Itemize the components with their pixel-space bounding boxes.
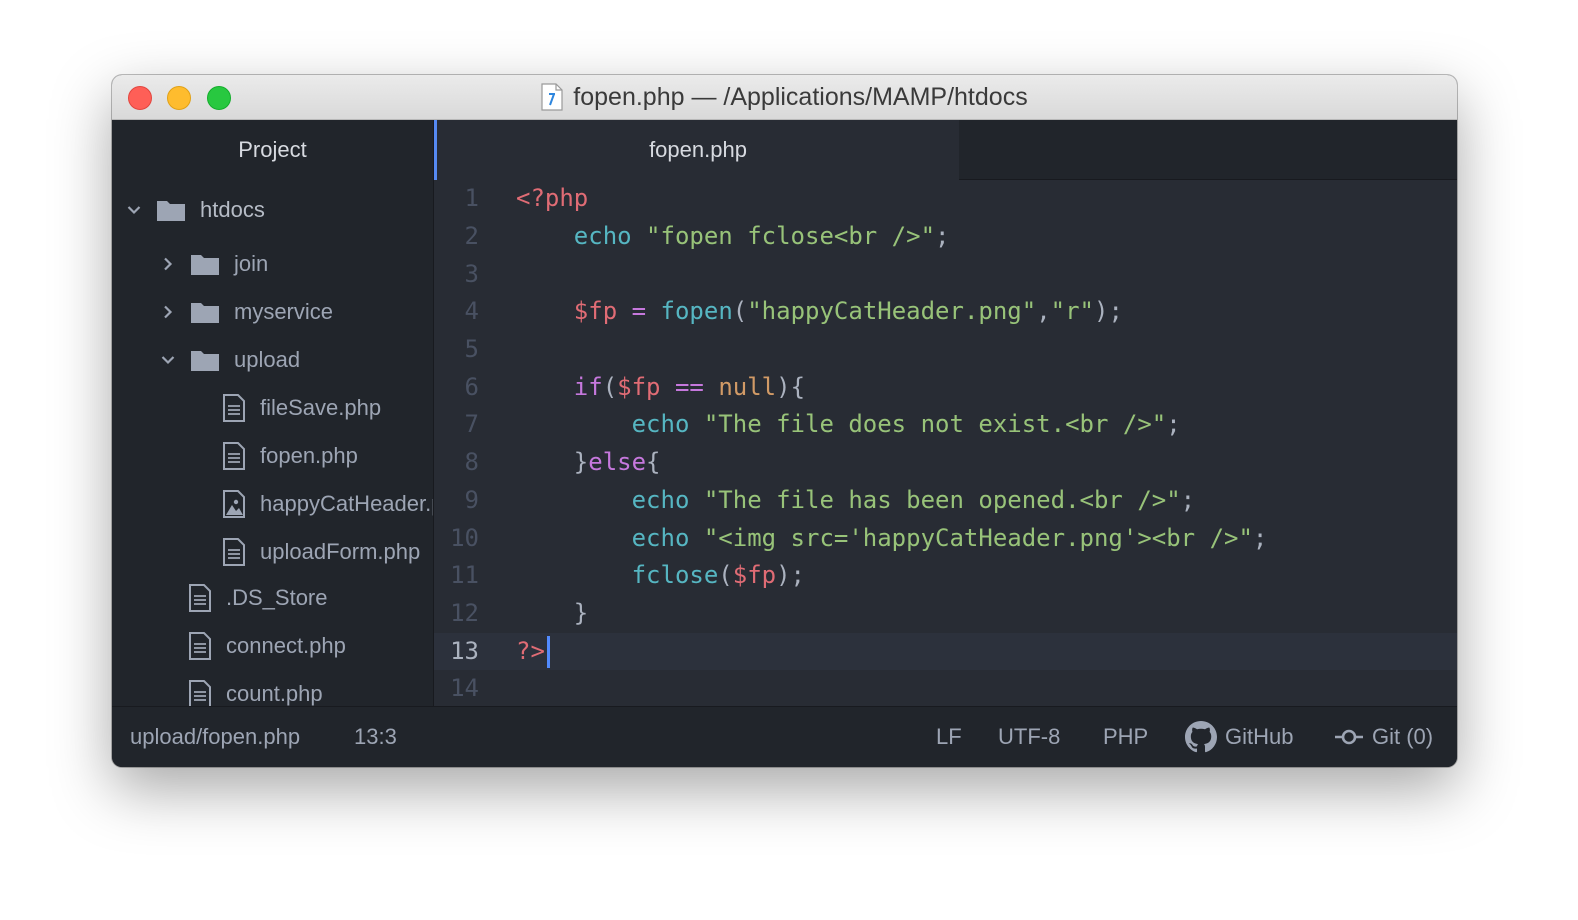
line-number: 13 (450, 637, 479, 665)
tree-item-label: htdocs (200, 197, 265, 222)
github-icon (1185, 721, 1217, 753)
tree-item-label: .DS_Store (226, 585, 328, 610)
tree-file-ds-store[interactable]: .DS_Store (188, 578, 328, 618)
tree-file-fopen[interactable]: fopen.php (222, 436, 358, 476)
tree-file-uploadform[interactable]: uploadForm.php (222, 532, 420, 572)
tree-item-label: upload (234, 347, 301, 372)
line-number: 6 (464, 373, 479, 401)
editor-window: fopen.php — /Applications/MAMP/htdocs Pr… (112, 75, 1457, 767)
line-number: 4 (464, 297, 479, 325)
file-image-icon (222, 490, 246, 518)
status-line-ending[interactable]: LF (936, 707, 962, 767)
file-text-icon (222, 394, 246, 422)
code-line: 5 (434, 331, 1457, 368)
status-bar: upload/fopen.php 13:3 LF UTF-8 PHP GitHu… (112, 706, 1457, 767)
line-number: 10 (450, 524, 479, 552)
code-line: 12 } (434, 595, 1457, 632)
code-line: 10 echo "<img src='happyCatHeader.png'><… (434, 520, 1457, 557)
status-github-button[interactable]: GitHub (1185, 707, 1293, 767)
tab-fopen-php[interactable]: fopen.php (434, 120, 959, 180)
tree-file-count[interactable]: count.php (188, 674, 323, 707)
text-cursor (546, 636, 550, 668)
folder-icon (190, 300, 220, 324)
tree-folder-htdocs[interactable]: htdocs (124, 190, 265, 230)
tree-item-label: connect.php (226, 633, 346, 658)
tree-folder-upload[interactable]: upload (158, 340, 300, 380)
tree-item-label: happyCatHeader.png (260, 491, 433, 516)
file-text-icon (188, 632, 212, 660)
status-encoding[interactable]: UTF-8 (998, 707, 1060, 767)
status-grammar[interactable]: PHP (1103, 707, 1148, 767)
tree-folder-join[interactable]: join (158, 244, 268, 284)
file-text-icon (188, 584, 212, 612)
line-number: 7 (464, 410, 479, 438)
editor-pane[interactable]: fopen.php 1 <?php 2 echo "fopen fclose<b… (434, 120, 1457, 707)
code-line: 11 fclose($fp); (434, 557, 1457, 594)
line-number: 11 (450, 561, 479, 589)
tree-folder-myservice[interactable]: myservice (158, 292, 333, 332)
window-title-area: fopen.php — /Applications/MAMP/htdocs (112, 75, 1457, 119)
code-line-active: 13 ?> (434, 633, 1457, 670)
file-text-icon (222, 442, 246, 470)
code-area[interactable]: 1 <?php 2 echo "fopen fclose<br />"; 3 4… (434, 180, 1457, 707)
folder-icon (156, 198, 186, 222)
tree-file-happycatheader[interactable]: happyCatHeader.png (222, 484, 433, 524)
line-number: 9 (464, 486, 479, 514)
line-number: 3 (464, 260, 479, 288)
folder-icon (190, 348, 220, 372)
window-title: fopen.php — /Applications/MAMP/htdocs (573, 82, 1028, 111)
status-cursor-position[interactable]: 13:3 (354, 707, 397, 767)
code-line: 9 echo "The file has been opened.<br />"… (434, 482, 1457, 519)
chevron-down-icon (158, 355, 178, 365)
code-line: 2 echo "fopen fclose<br />"; (434, 218, 1457, 255)
chevron-right-icon (158, 257, 178, 271)
project-panel-title: Project (238, 137, 307, 162)
tree-item-label: fopen.php (260, 443, 358, 468)
file-text-icon (188, 680, 212, 707)
folder-icon (190, 252, 220, 276)
tree-file-connect[interactable]: connect.php (188, 626, 346, 666)
line-number: 5 (464, 335, 479, 363)
status-git-button[interactable]: Git (0) (1334, 707, 1433, 767)
line-number: 1 (464, 184, 479, 212)
code-line: 8 }else{ (434, 444, 1457, 481)
tree-item-label: uploadForm.php (260, 539, 421, 564)
title-bar: fopen.php — /Applications/MAMP/htdocs (112, 75, 1457, 120)
code-line: 6 if($fp == null){ (434, 369, 1457, 406)
github-label: GitHub (1225, 724, 1294, 749)
chevron-down-icon (124, 205, 144, 215)
tree-file-filesave[interactable]: fileSave.php (222, 388, 381, 428)
php-file-icon (541, 83, 563, 111)
tab-bar: fopen.php (434, 120, 1457, 180)
code-line: 3 (434, 256, 1457, 293)
tab-label: fopen.php (649, 137, 747, 162)
git-commit-icon (1335, 729, 1363, 745)
line-number: 2 (464, 222, 479, 250)
status-file-path[interactable]: upload/fopen.php (130, 707, 300, 767)
line-number: 14 (450, 674, 479, 702)
tree-item-label: join (234, 251, 269, 276)
chevron-right-icon (158, 305, 178, 319)
code-line: 1 <?php (434, 180, 1457, 217)
git-label: Git (0) (1372, 724, 1434, 749)
tree-item-label: fileSave.php (260, 395, 382, 420)
line-number: 12 (450, 599, 479, 627)
tree-item-label: count.php (226, 681, 323, 706)
code-line: 4 $fp = fopen("happyCatHeader.png","r"); (434, 293, 1457, 330)
line-number: 8 (464, 448, 479, 476)
tree-item-label: myservice (234, 299, 334, 324)
code-line: 7 echo "The file does not exist.<br />"; (434, 406, 1457, 443)
file-text-icon (222, 538, 246, 566)
code-line: 14 (434, 670, 1457, 707)
project-tree-panel: Project htdocs join myservice upload fil… (112, 120, 434, 707)
